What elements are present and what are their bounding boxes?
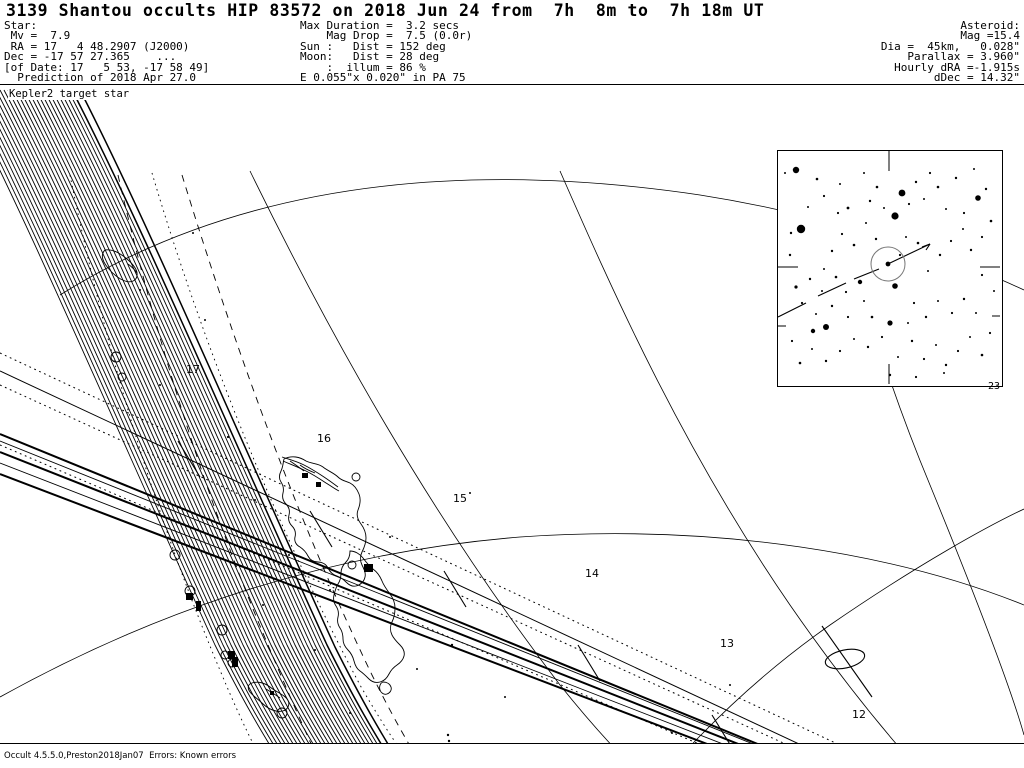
target-star-dot bbox=[885, 261, 891, 267]
footer-credit: Occult 4.5.5.0,Preston2018Jan07 Errors: … bbox=[4, 751, 236, 761]
shadow-path-rails bbox=[0, 440, 752, 743]
footer-divider bbox=[0, 743, 1024, 744]
kepler-target-star-label: Kepler2 target star bbox=[8, 88, 131, 100]
path-south-limit bbox=[0, 473, 708, 743]
finder-chart-inset[interactable]: 23 bbox=[777, 150, 1003, 392]
limb-boundary bbox=[71, 89, 389, 743]
finder-chart-corner-label: 23 bbox=[987, 381, 1000, 392]
error-ellipse bbox=[821, 625, 873, 698]
path-graze-limits bbox=[0, 370, 799, 743]
track-time-label-12: 12 bbox=[852, 708, 866, 721]
limb-curve-fan bbox=[0, 89, 378, 743]
header: 3139 Shantou occults HIP 83572 on 2018 J… bbox=[0, 0, 1024, 84]
track-time-label-16: 16 bbox=[317, 432, 331, 445]
occultation-prediction-page: 3139 Shantou occults HIP 83572 on 2018 J… bbox=[0, 0, 1024, 768]
path-north-limit bbox=[0, 433, 758, 743]
track-time-label-17: 17 bbox=[186, 363, 200, 376]
finder-chart-field-stars bbox=[784, 166, 995, 379]
circumstances-data-block: Max Duration = 3.2 secs Mag Drop = 7.5 (… bbox=[300, 19, 473, 85]
finder-chart-canvas bbox=[778, 151, 1000, 384]
track-time-label-15: 15 bbox=[453, 492, 467, 505]
asteroid-data-block: Asteroid: Mag =15.4 Dia = 45km, 0.028" P… bbox=[880, 19, 1020, 85]
star-data-block: Star: Mv = 7.9 RA = 17 4 48.2907 (J2000)… bbox=[4, 19, 210, 85]
coastline-south-island bbox=[333, 550, 405, 695]
page-title: 3139 Shantou occults HIP 83572 on 2018 J… bbox=[6, 1, 765, 20]
shadow-path-band bbox=[0, 433, 758, 743]
track-minute-ticks bbox=[177, 440, 730, 743]
asteroid-motion-vector bbox=[778, 243, 931, 318]
coastline-northland bbox=[281, 456, 340, 492]
track-time-label-13: 13 bbox=[720, 637, 734, 650]
track-time-label-14: 14 bbox=[585, 567, 599, 580]
